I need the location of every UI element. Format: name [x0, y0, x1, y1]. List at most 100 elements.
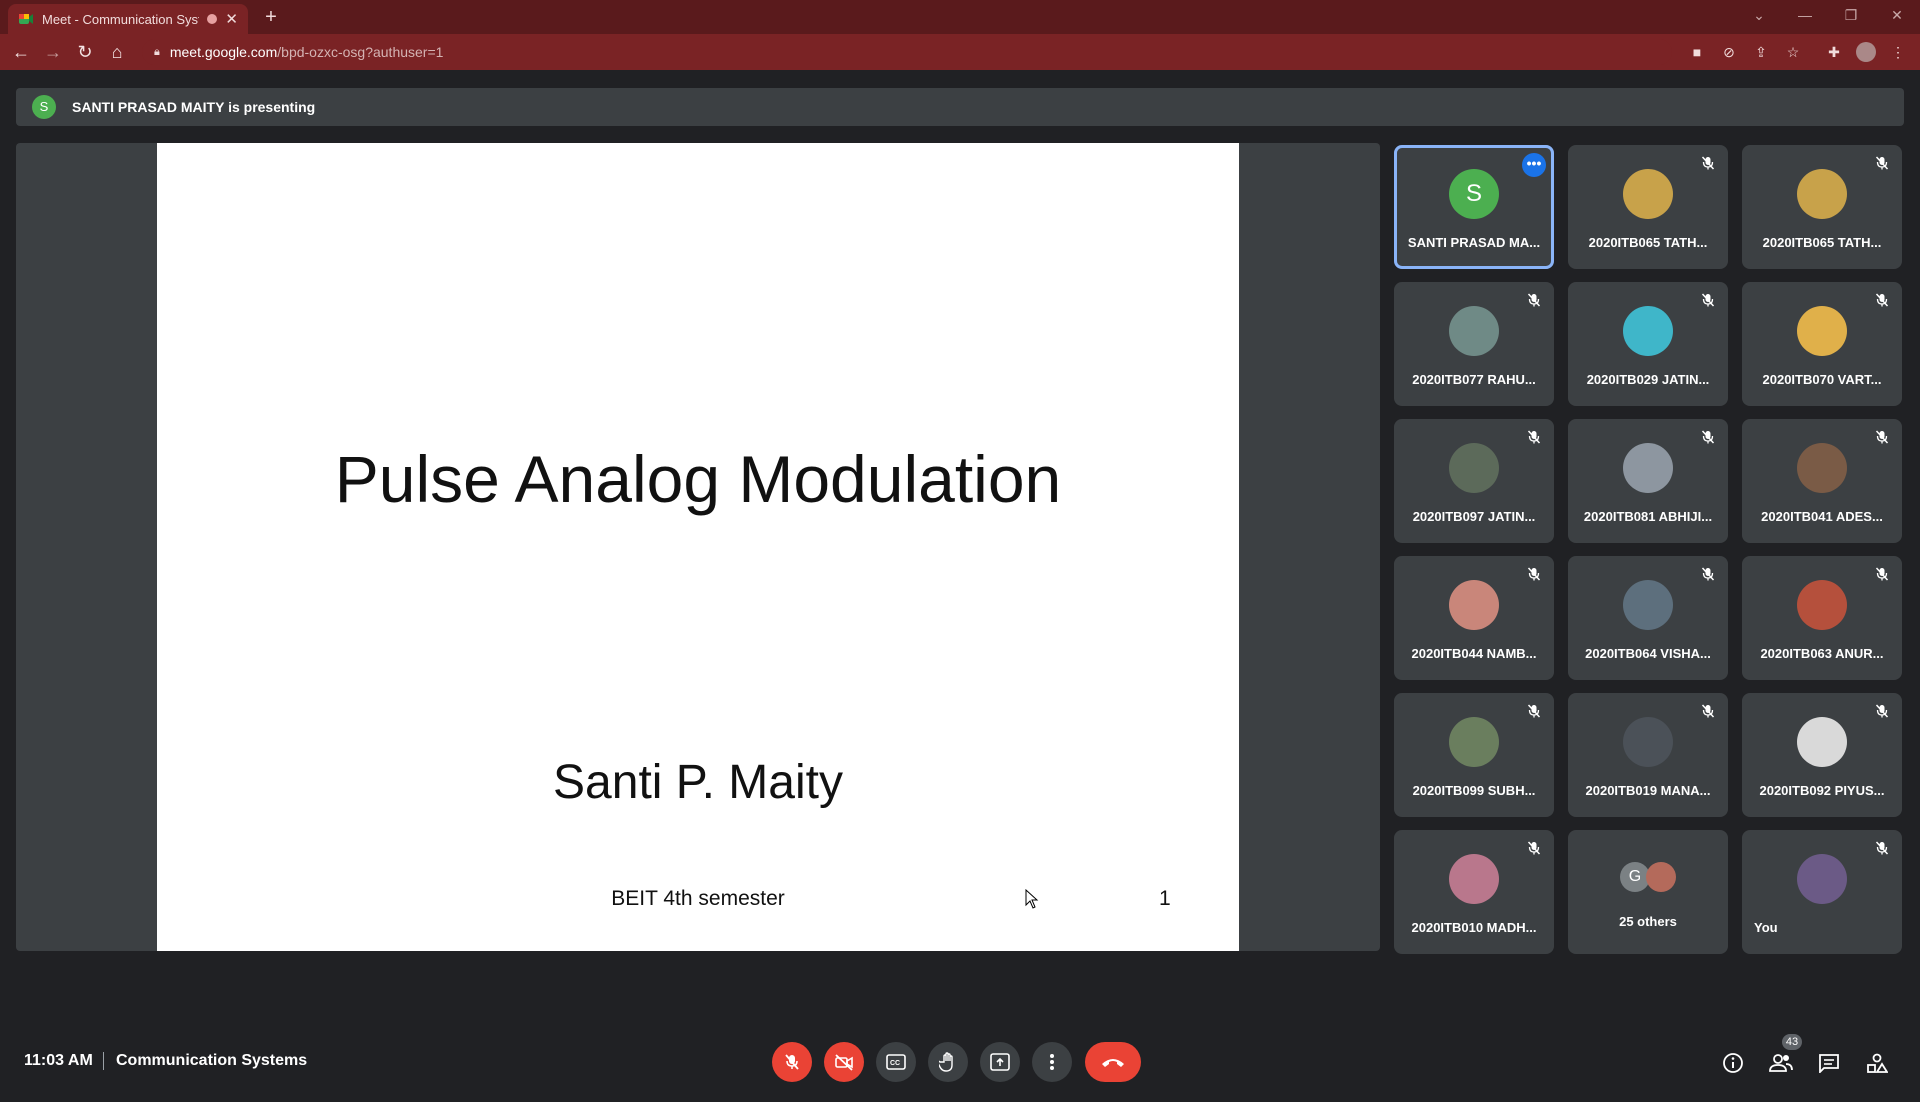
participant-name: SANTI PRASAD MA... [1407, 235, 1541, 250]
mic-toggle-button[interactable] [772, 1042, 812, 1082]
participant-tile[interactable]: 2020ITB044 NAMB... [1394, 556, 1554, 680]
raise-hand-button[interactable] [928, 1042, 968, 1082]
address-bar[interactable]: 🔒︎ meet.google.com/bpd-ozxc-osg?authuser… [142, 39, 1672, 65]
participant-tile[interactable]: 2020ITB064 VISHA... [1568, 556, 1728, 680]
mic-muted-icon [1874, 840, 1890, 856]
participant-avatar [1623, 306, 1673, 356]
mic-muted-icon [1526, 429, 1542, 445]
more-options-icon[interactable]: ••• [1522, 153, 1546, 177]
mic-muted-icon [1700, 429, 1716, 445]
others-tile[interactable]: G 25 others [1568, 830, 1728, 954]
captions-button[interactable]: CC [876, 1042, 916, 1082]
forward-icon[interactable]: → [41, 40, 65, 64]
participant-tile[interactable]: 2020ITB070 VART... [1742, 282, 1902, 406]
lock-icon: 🔒︎ [154, 45, 160, 58]
meeting-name: Communication Systems [116, 1052, 308, 1069]
profile-avatar[interactable] [1856, 42, 1876, 62]
participant-tile[interactable]: 2020ITB065 TATH... [1568, 145, 1728, 269]
bookmark-star-icon[interactable]: ☆ [1781, 40, 1805, 64]
participant-tile[interactable]: 2020ITB081 ABHIJI... [1568, 419, 1728, 543]
mic-muted-icon [1700, 292, 1716, 308]
self-name: You [1754, 920, 1778, 935]
self-tile[interactable]: You [1742, 830, 1902, 954]
svg-text:CC: CC [890, 1060, 900, 1067]
reload-icon[interactable]: ↻ [73, 40, 97, 64]
mic-muted-icon [1874, 566, 1890, 582]
leave-call-button[interactable] [1085, 1042, 1141, 1082]
share-icon[interactable]: ⇪ [1749, 40, 1773, 64]
participant-tile[interactable]: 2020ITB077 RAHU... [1394, 282, 1554, 406]
tab-search-icon[interactable]: ⌄ [1736, 0, 1782, 30]
meet-favicon-icon [18, 11, 34, 27]
presenting-text: SANTI PRASAD MAITY is presenting [72, 99, 316, 115]
participant-tile[interactable]: 2020ITB099 SUBH... [1394, 693, 1554, 817]
others-avatar-photo [1646, 862, 1676, 892]
participant-name: 2020ITB041 ADES... [1761, 509, 1883, 524]
participant-avatar [1449, 443, 1499, 493]
mic-muted-icon [1526, 566, 1542, 582]
chat-button[interactable] [1816, 1050, 1842, 1076]
presenting-banner: S SANTI PRASAD MAITY is presenting [16, 88, 1904, 126]
back-icon[interactable]: ← [9, 40, 33, 64]
close-window-button[interactable]: ✕ [1874, 0, 1920, 30]
participant-avatar [1797, 580, 1847, 630]
camera-toggle-button[interactable] [824, 1042, 864, 1082]
participant-name: 2020ITB065 TATH... [1588, 235, 1708, 250]
mic-muted-icon [1526, 703, 1542, 719]
self-avatar [1797, 854, 1847, 904]
participant-name: 2020ITB044 NAMB... [1411, 646, 1537, 661]
browser-toolbar: ← → ↻ ⌂ 🔒︎ meet.google.com/bpd-ozxc-osg?… [0, 34, 1920, 70]
tab-close-icon[interactable]: ✕ [225, 10, 238, 28]
participant-tile[interactable]: 2020ITB029 JATIN... [1568, 282, 1728, 406]
others-label: 25 others [1619, 914, 1677, 929]
participant-tile[interactable]: 2020ITB010 MADH... [1394, 830, 1554, 954]
mic-muted-icon [1700, 566, 1716, 582]
participant-tile[interactable]: S SANTI PRASAD MA... ••• [1394, 145, 1554, 269]
present-button[interactable] [980, 1042, 1020, 1082]
participant-name: 2020ITB092 PIYUS... [1759, 783, 1885, 798]
participant-tile[interactable]: 2020ITB092 PIYUS... [1742, 693, 1902, 817]
mic-muted-icon [1874, 292, 1890, 308]
chat-icon [1819, 1054, 1839, 1073]
participant-name: 2020ITB077 RAHU... [1412, 372, 1536, 387]
more-options-button[interactable] [1032, 1042, 1072, 1082]
mic-off-icon [785, 1054, 799, 1070]
participant-tile[interactable]: 2020ITB063 ANUR... [1742, 556, 1902, 680]
mic-muted-icon [1874, 429, 1890, 445]
mic-muted-icon [1700, 703, 1716, 719]
participant-avatar [1797, 306, 1847, 356]
participant-avatar [1797, 169, 1847, 219]
presentation-stage: Pulse Analog Modulation Santi P. Maity B… [16, 143, 1380, 951]
new-tab-button[interactable]: + [258, 4, 284, 30]
mic-muted-icon [1874, 155, 1890, 171]
url-path: /bpd-ozxc-osg?authuser=1 [277, 44, 444, 60]
mic-muted-icon [1526, 840, 1542, 856]
mic-blocked-icon[interactable]: ⊘ [1717, 40, 1741, 64]
meeting-details-button[interactable] [1720, 1050, 1746, 1076]
slide-page-number: 1 [1159, 887, 1171, 910]
end-call-icon [1102, 1059, 1124, 1067]
url-host: meet.google.com [169, 44, 278, 60]
extensions-icon[interactable]: ✚ [1822, 40, 1846, 64]
participant-tile[interactable]: 2020ITB041 ADES... [1742, 419, 1902, 543]
restore-button[interactable]: ❐ [1828, 0, 1874, 30]
participant-name: 2020ITB064 VISHA... [1585, 646, 1711, 661]
activities-button[interactable] [1864, 1050, 1890, 1076]
participant-name: 2020ITB019 MANA... [1585, 783, 1711, 798]
captions-icon: CC [886, 1054, 906, 1070]
participant-tile[interactable]: 2020ITB019 MANA... [1568, 693, 1728, 817]
browser-menu-icon[interactable]: ⋮ [1886, 40, 1910, 64]
meet-bottom-bar: 11:03 AM Communication Systems CC 43 [0, 1020, 1920, 1102]
home-icon[interactable]: ⌂ [105, 40, 129, 64]
participant-name: 2020ITB097 JATIN... [1412, 509, 1536, 524]
people-count-badge: 43 [1782, 1034, 1802, 1050]
participant-tile[interactable]: 2020ITB065 TATH... [1742, 145, 1902, 269]
participant-tile[interactable]: 2020ITB097 JATIN... [1394, 419, 1554, 543]
meet-window: S SANTI PRASAD MAITY is presenting Pulse… [0, 70, 1920, 1102]
camera-in-use-icon[interactable]: ■ [1685, 40, 1709, 64]
minimize-button[interactable]: — [1782, 0, 1828, 30]
browser-tab-meet[interactable]: Meet - Communication Syste ✕ [8, 4, 248, 34]
more-vert-icon [1050, 1054, 1054, 1070]
participant-name: 2020ITB063 ANUR... [1760, 646, 1884, 661]
people-button[interactable] [1768, 1050, 1794, 1076]
